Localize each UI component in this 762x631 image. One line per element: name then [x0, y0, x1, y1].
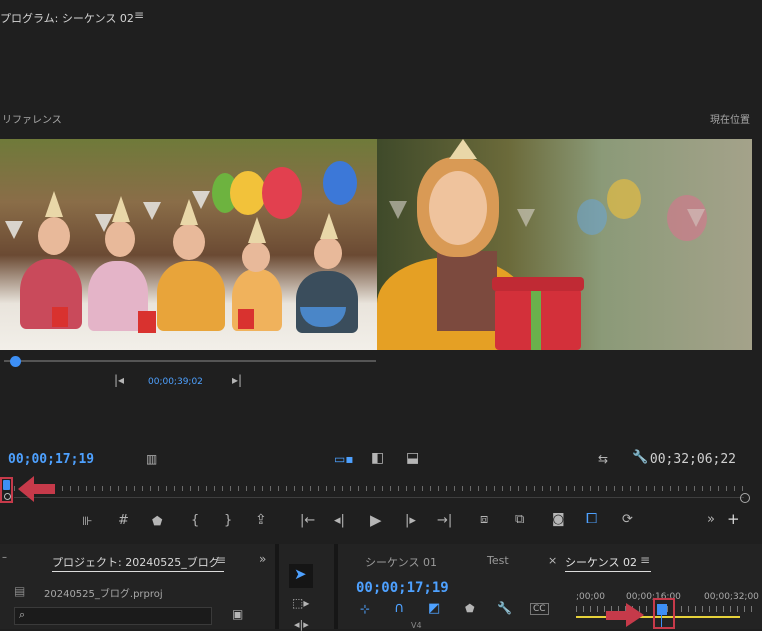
add-button-icon[interactable]: + [727, 510, 740, 528]
extract-icon[interactable]: ⧉ [515, 512, 524, 527]
tab-test[interactable]: Test [487, 554, 509, 567]
track-select-tool-icon[interactable]: ⬚▸ [292, 596, 309, 610]
project-menu-icon[interactable]: ≡ [216, 553, 226, 567]
close-tab-icon[interactable]: × [548, 554, 557, 567]
ruler-label: 00;00;32;00 [704, 592, 759, 602]
proxy-toggle-icon[interactable]: ⟳ [622, 512, 633, 527]
new-bin-icon[interactable]: ▣ [232, 607, 243, 621]
grid-icon[interactable]: # [118, 513, 129, 528]
captions-icon[interactable]: CC [530, 603, 549, 615]
more-buttons-icon[interactable]: » [707, 512, 715, 527]
highlight-box [0, 477, 13, 503]
mark-in-icon[interactable]: { [191, 513, 199, 528]
reference-video-frame [0, 139, 377, 350]
annotation-arrow-shaft [606, 611, 628, 620]
go-to-in-point-icon[interactable]: |← [300, 513, 315, 528]
reference-label: リファレンス [2, 115, 62, 126]
duration-timecode: 00;32;06;22 [649, 452, 736, 467]
annotation-arrow-icon [626, 603, 644, 627]
export-frame-icon[interactable]: ⇪ [255, 512, 267, 528]
step-back-icon[interactable]: ◂| [334, 513, 345, 528]
go-to-out-point-icon[interactable]: →| [437, 513, 452, 528]
sequence-timecode[interactable]: 00;00;17;19 [356, 580, 449, 596]
project-file-icon: ▤ [14, 584, 26, 598]
panel-title: プログラム: シーケンス 02 [0, 12, 134, 25]
project-file-name: 20240525_ブログ.prproj [44, 589, 163, 600]
nest-icon[interactable]: ⊹ [360, 602, 370, 616]
go-to-out-icon[interactable]: ▸| [232, 373, 242, 387]
tools-panel: ➤ ⬚▸ ◂|▸ [279, 544, 334, 631]
project-tab[interactable]: プロジェクト: 20240525_ブログ [52, 554, 220, 570]
current-position-label: 現在位置 [710, 115, 750, 126]
zoom-end-handle[interactable] [740, 493, 750, 503]
side-by-side-icon[interactable]: ▭▪ [334, 452, 353, 466]
ruler-baseline [14, 497, 744, 498]
program-monitor: プログラム: シーケンス 02 ≡ リファレンス 現在位置 |◂ 00;00;3… [0, 0, 762, 540]
search-icon: ⌕ [19, 608, 26, 621]
linked-selection-icon[interactable]: ◩ [428, 601, 440, 616]
more-panels-icon[interactable]: » [259, 552, 266, 566]
add-marker-icon[interactable]: ⬟ [465, 602, 475, 615]
add-marker-icon[interactable]: ⬟ [152, 514, 162, 528]
sequence-menu-icon[interactable]: ≡ [640, 553, 650, 567]
ruler-marker-icon[interactable]: ⊪ [82, 514, 92, 528]
highlight-box [653, 598, 675, 629]
ruler-label: ;00;00 [576, 592, 605, 602]
step-forward-icon[interactable]: |▸ [405, 513, 416, 528]
annotation-arrow-icon [18, 476, 34, 502]
comparison-view-icon[interactable]: ⧠ [586, 511, 597, 527]
horizontal-split-icon[interactable]: ⬓ [406, 450, 419, 466]
current-timecode[interactable]: 00;00;17;19 [8, 452, 94, 467]
reference-scrub-handle[interactable] [10, 356, 21, 367]
lift-icon[interactable]: ⧈ [480, 512, 488, 527]
annotation-arrow-shaft [33, 484, 55, 494]
compare-view-icon[interactable]: ▥ [146, 452, 157, 466]
snap-magnet-icon[interactable]: ∩ [394, 600, 404, 616]
wrench-icon[interactable]: 🔧 [632, 450, 648, 465]
swap-sides-icon[interactable]: ⇆ [598, 452, 608, 466]
go-to-in-icon[interactable]: |◂ [114, 373, 124, 387]
active-tab-underline [565, 571, 651, 572]
tab-sequence-01[interactable]: シーケンス 01 [365, 554, 437, 570]
panel-collapse-icon[interactable]: – [2, 552, 7, 563]
reference-scrub-track[interactable] [4, 360, 376, 362]
camera-icon[interactable]: ◙ [552, 512, 565, 527]
active-tab-underline [52, 571, 224, 572]
reference-timecode: 00;00;39;02 [148, 377, 203, 387]
mark-out-icon[interactable]: } [224, 513, 232, 528]
hamburger-menu-icon[interactable]: ≡ [134, 8, 144, 22]
search-input[interactable] [14, 607, 212, 625]
play-icon[interactable]: ▶ [370, 511, 382, 529]
timeline-settings-icon[interactable]: 🔧 [497, 601, 512, 615]
vertical-split-icon[interactable]: ◧ [371, 450, 384, 466]
current-video-frame [377, 139, 752, 350]
selection-tool-icon[interactable]: ➤ [294, 565, 307, 583]
tab-sequence-02[interactable]: シーケンス 02 [565, 554, 637, 570]
ripple-edit-tool-icon[interactable]: ◂|▸ [294, 618, 309, 631]
